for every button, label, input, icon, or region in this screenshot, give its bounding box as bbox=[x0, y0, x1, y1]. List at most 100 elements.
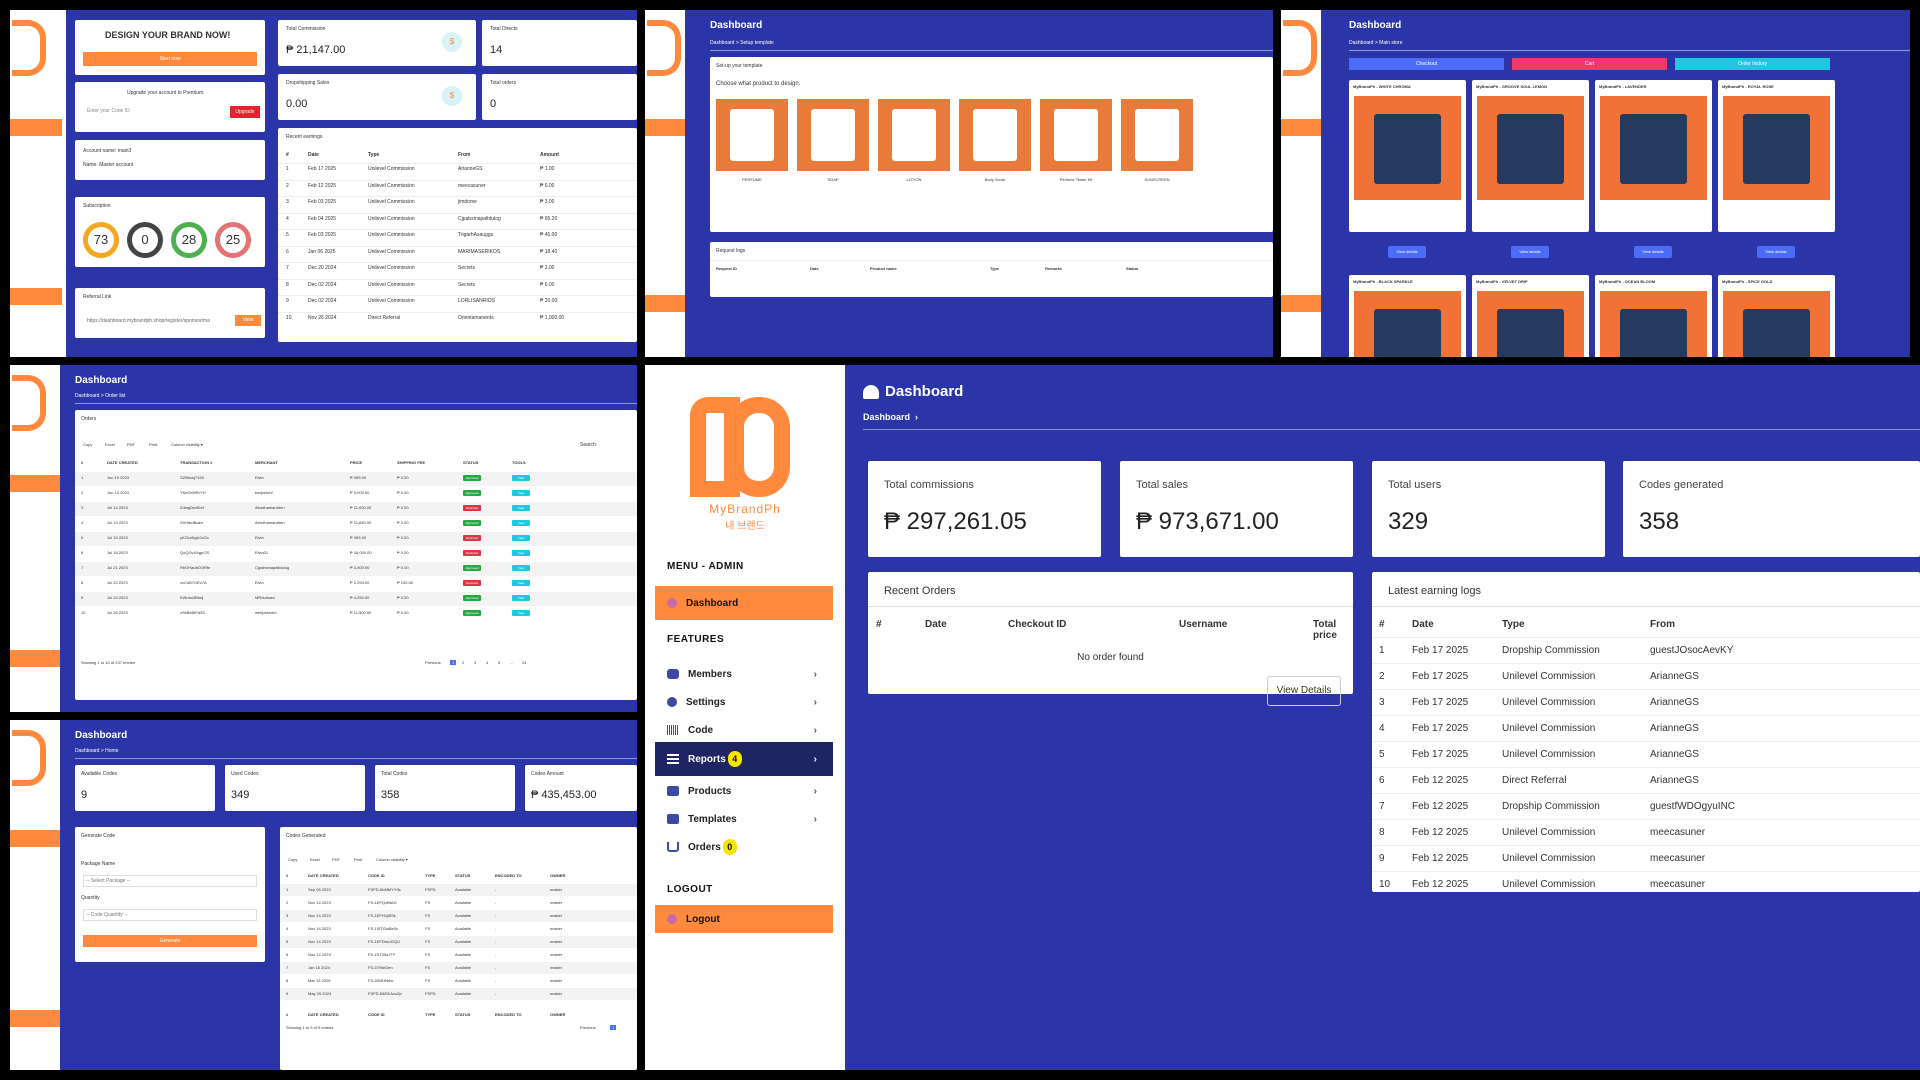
view-button[interactable]: View bbox=[512, 565, 530, 571]
sidebar-active-item[interactable] bbox=[1281, 119, 1321, 136]
pagination-page[interactable]: 1 bbox=[610, 1025, 617, 1030]
table-cell: ₱ 0.00 bbox=[397, 610, 409, 615]
view-button[interactable]: View bbox=[512, 580, 530, 586]
export-button[interactable]: Column visibility ▾ bbox=[376, 857, 408, 862]
sidebar-active-item[interactable] bbox=[10, 830, 60, 847]
table-footer-header: ENCODED TO bbox=[495, 1012, 522, 1017]
package-select[interactable]: -- Select Package -- bbox=[83, 875, 257, 887]
view-button[interactable]: View bbox=[512, 550, 530, 556]
export-button[interactable]: Copy bbox=[83, 442, 92, 447]
product-tile[interactable] bbox=[1040, 99, 1112, 171]
referral-link[interactable]: https://dashboard.mybrandph.shop/registe… bbox=[87, 318, 227, 324]
product-image bbox=[1477, 96, 1584, 200]
sidebar-active-item[interactable] bbox=[645, 119, 685, 136]
table-cell: - bbox=[495, 991, 497, 996]
product-box bbox=[1374, 309, 1441, 357]
pagination-page[interactable]: 3 bbox=[474, 660, 476, 665]
sidebar-active-item[interactable] bbox=[10, 475, 60, 492]
breadcrumb-item[interactable]: Dashboard bbox=[863, 412, 910, 422]
view-details-button[interactable]: View Details bbox=[1267, 676, 1341, 706]
table-header: Type bbox=[990, 266, 1000, 271]
logout-button[interactable]: Logout bbox=[655, 905, 833, 933]
menu-reports[interactable]: Reports 4 › bbox=[655, 742, 833, 776]
view-details-button[interactable]: View details bbox=[1511, 246, 1549, 258]
pagination-page[interactable]: 24 bbox=[522, 660, 526, 665]
table-cell: FS bbox=[425, 926, 431, 931]
table-cell: ArianneGS bbox=[458, 166, 483, 172]
table-header: Date bbox=[308, 152, 319, 158]
product-label: Body Scrub bbox=[984, 177, 1006, 182]
sidebar-active-item[interactable] bbox=[10, 119, 62, 136]
stat-used-codes: Used Codes 349 bbox=[225, 765, 365, 811]
table-cell: FS-1EPQzBtAH bbox=[368, 900, 397, 905]
view-button[interactable]: View bbox=[512, 475, 530, 481]
page-title: Dashboard bbox=[1349, 20, 1402, 31]
table-cell: Cjpabsmapaltdulog bbox=[458, 215, 501, 222]
referral-view-button[interactable]: View bbox=[235, 315, 261, 326]
product-tile[interactable] bbox=[716, 99, 788, 171]
view-details-button[interactable]: View details bbox=[1388, 246, 1426, 258]
export-button[interactable]: PDF bbox=[332, 857, 340, 862]
table-cell: 7 bbox=[1379, 801, 1385, 812]
start-button[interactable]: Start now bbox=[83, 52, 257, 66]
menu-label: Settings bbox=[686, 696, 726, 708]
view-button[interactable]: View bbox=[512, 610, 530, 616]
table-header: Status bbox=[1126, 266, 1139, 271]
table-cell: ZdmgDmfDef bbox=[180, 505, 204, 510]
export-button[interactable]: Excel bbox=[105, 442, 115, 447]
export-button[interactable]: Print bbox=[354, 857, 362, 862]
table-header: TOOLS bbox=[512, 460, 526, 465]
sidebar-logout[interactable] bbox=[10, 1010, 60, 1027]
table-cell: Available bbox=[455, 900, 472, 905]
view-button[interactable]: View bbox=[512, 535, 530, 541]
sidebar-logout[interactable] bbox=[645, 295, 685, 312]
menu-dashboard[interactable]: Dashboard bbox=[655, 586, 833, 620]
pagination-page[interactable]: 2 bbox=[462, 660, 464, 665]
sidebar-logout[interactable] bbox=[1281, 295, 1321, 312]
pagination-previous[interactable]: Previous bbox=[425, 660, 441, 665]
export-button[interactable]: Excel bbox=[310, 857, 320, 862]
table-cell: MARIMASERIKOS bbox=[458, 248, 501, 255]
product-tile[interactable] bbox=[878, 99, 950, 171]
view-button[interactable]: View bbox=[512, 595, 530, 601]
table-cell: 6 bbox=[81, 550, 84, 555]
export-button[interactable]: Copy bbox=[288, 857, 297, 862]
stat-value: 329 bbox=[1388, 508, 1429, 535]
view-button[interactable]: View bbox=[512, 520, 530, 526]
product-tile[interactable] bbox=[959, 99, 1031, 171]
table-cell: FS-1ISTGwBe0c bbox=[368, 926, 399, 931]
cart-button[interactable]: Cart bbox=[1512, 58, 1667, 70]
logo-korean: 내 브랜드 bbox=[725, 521, 765, 532]
pagination-page[interactable]: ... bbox=[510, 660, 513, 665]
pagination-page[interactable]: 1 bbox=[450, 660, 457, 665]
table-cell: 6 bbox=[1379, 775, 1385, 786]
stat-label: Total commissions bbox=[884, 479, 974, 491]
export-button[interactable]: Print bbox=[149, 442, 157, 447]
table-cell: ₱ 6.00 bbox=[540, 281, 555, 288]
product-tile[interactable] bbox=[797, 99, 869, 171]
sidebar-logout[interactable] bbox=[10, 288, 62, 305]
view-details-button[interactable]: View details bbox=[1634, 246, 1672, 258]
export-button[interactable]: PDF bbox=[127, 442, 135, 447]
generate-button[interactable]: Generate bbox=[83, 935, 257, 947]
view-button[interactable]: View bbox=[512, 505, 530, 511]
view-button[interactable]: View bbox=[512, 490, 530, 496]
pagination-page[interactable]: 5 bbox=[498, 660, 500, 665]
pagination-previous[interactable]: Previous bbox=[580, 1025, 596, 1030]
menu-orders[interactable]: Orders 0 bbox=[655, 830, 833, 864]
export-button[interactable]: Column visibility ▾ bbox=[171, 442, 203, 447]
pagination-page[interactable]: 4 bbox=[486, 660, 488, 665]
upgrade-button[interactable]: Upgrade bbox=[230, 106, 260, 118]
checkout-button[interactable]: Checkout bbox=[1349, 58, 1504, 70]
view-details-button[interactable]: View details bbox=[1757, 246, 1795, 258]
quantity-select[interactable]: -- Code Quantity -- bbox=[83, 909, 257, 921]
product-tile[interactable] bbox=[1121, 99, 1193, 171]
table-cell: Dropship Commission bbox=[1502, 645, 1600, 656]
sidebar-logout[interactable] bbox=[10, 650, 60, 667]
order-history-button[interactable]: Order history bbox=[1675, 58, 1830, 70]
code-input[interactable]: Enter your Code ID bbox=[87, 108, 130, 114]
table-cell: Jun 13 2023 bbox=[107, 490, 130, 495]
table-cell: ArianneGS bbox=[1650, 671, 1699, 682]
table-cell: ₱ 0.00 bbox=[397, 535, 409, 540]
stat-value: 14 bbox=[490, 44, 503, 56]
